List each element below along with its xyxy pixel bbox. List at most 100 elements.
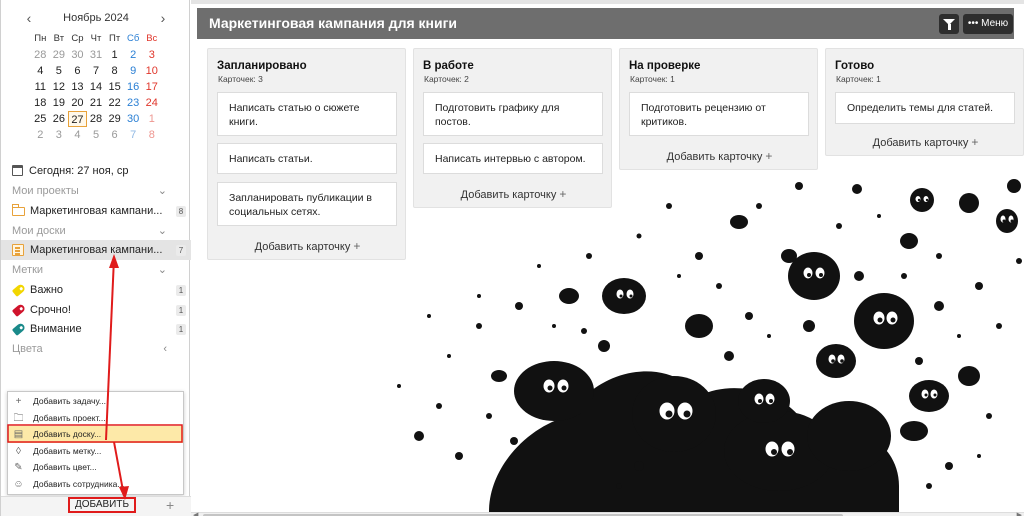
calendar-day[interactable]: 2	[31, 127, 50, 143]
calendar-day[interactable]: 21	[87, 95, 106, 111]
calendar-day[interactable]: 19	[50, 95, 69, 111]
calendar-day[interactable]: 6	[105, 127, 124, 143]
calendar-day[interactable]: 17	[142, 79, 161, 95]
calendar-day[interactable]: 2	[124, 47, 143, 63]
tags-section-header[interactable]: Метки ⌄	[1, 260, 191, 280]
add-card-label: Добавить карточку	[872, 137, 969, 149]
calendar-day[interactable]: 31	[87, 47, 106, 63]
calendar-day[interactable]: 20	[68, 95, 87, 111]
calendar-day[interactable]: 13	[68, 79, 87, 95]
projects-header-label: Мои проекты	[12, 185, 79, 197]
calendar-day[interactable]: 11	[31, 79, 50, 95]
calendar-header: Ноябрь 2024 ‹ ›	[1, 10, 191, 26]
filter-button[interactable]	[939, 14, 959, 34]
tag-label: Внимание	[30, 323, 82, 335]
add-card-button[interactable]: Добавить карточку +	[620, 149, 819, 163]
menu-button[interactable]: ••• Меню	[963, 14, 1013, 34]
tag-icon	[11, 303, 27, 317]
calendar-day[interactable]: 8	[105, 63, 124, 79]
task-card[interactable]: Написать статьи.	[217, 143, 397, 174]
sidebar-item-project[interactable]: Маркетинговая кампани... 8	[1, 201, 191, 221]
board-column: На проверке Карточек: 1 Подготовить реце…	[619, 48, 818, 170]
calendar-day[interactable]: 29	[50, 47, 69, 63]
calendar-day[interactable]: 30	[124, 111, 143, 127]
horizontal-scrollbar[interactable]: ◀ ▶	[191, 512, 1024, 516]
calendar-day[interactable]: 7	[124, 127, 143, 143]
calendar-day[interactable]: 28	[31, 47, 50, 63]
calendar-week-row: 2345678	[31, 127, 161, 143]
menu-item-add-project[interactable]: 🗀 Добавить проект...	[8, 410, 183, 427]
calendar-day[interactable]: 9	[124, 63, 143, 79]
task-card[interactable]: Подготовить рецензию от критиков.	[629, 92, 809, 136]
calendar-day[interactable]: 5	[87, 127, 106, 143]
scroll-left-icon[interactable]: ◀	[193, 511, 198, 516]
menu-item-label: Добавить сотрудника...	[33, 479, 125, 489]
calendar-day[interactable]: 4	[68, 127, 87, 143]
calendar-day[interactable]: 4	[31, 63, 50, 79]
add-card-button[interactable]: Добавить карточку +	[208, 239, 407, 253]
calendar-day[interactable]: 8	[142, 127, 161, 143]
menu-item-add-color[interactable]: ✎ Добавить цвет...	[8, 459, 183, 476]
calendar-day[interactable]: 1	[105, 47, 124, 63]
calendar-day[interactable]: 15	[105, 79, 124, 95]
calendar-day[interactable]: 28	[87, 111, 106, 127]
colors-section-header[interactable]: Цвета ‹	[1, 339, 191, 359]
calendar-day[interactable]: 24	[142, 95, 161, 111]
tag-icon	[11, 283, 27, 297]
chevron-right-icon[interactable]: ›	[155, 10, 171, 26]
task-card[interactable]: Написать статью о сюжете книги.	[217, 92, 397, 136]
board-icon: ▤	[13, 429, 24, 441]
task-card[interactable]: Подготовить графику для постов.	[423, 92, 603, 136]
sidebar-item-tag[interactable]: Внимание 1	[1, 319, 191, 339]
calendar-day[interactable]: 7	[87, 63, 106, 79]
calendar-day[interactable]: 29	[105, 111, 124, 127]
sidebar-item-tag[interactable]: Важно 1	[1, 280, 191, 300]
scroll-right-icon[interactable]: ▶	[1017, 511, 1022, 516]
add-card-button[interactable]: Добавить карточку +	[414, 187, 613, 201]
chevron-down-icon: ⌄	[157, 185, 167, 197]
calendar-day[interactable]: 3	[50, 127, 69, 143]
column-title: Запланировано	[217, 60, 307, 72]
add-card-button[interactable]: Добавить карточку +	[826, 135, 1024, 149]
calendar-day[interactable]: 23	[124, 95, 143, 111]
weekday-label: Вс	[146, 33, 158, 44]
menu-item-add-employee[interactable]: ☺ Добавить сотрудника...	[8, 476, 183, 493]
calendar-day[interactable]: 1	[142, 111, 161, 127]
sidebar-item-tag[interactable]: Срочно! 1	[1, 300, 191, 320]
calendar-day[interactable]: 3	[142, 47, 161, 63]
projects-section-header[interactable]: Мои проекты ⌄	[1, 181, 191, 201]
board-title: Маркетинговая кампания для книги	[209, 15, 458, 31]
calendar-week-row: 11 12 13 14 15 16 17	[31, 79, 161, 95]
calendar-day[interactable]: 18	[31, 95, 50, 111]
calendar-icon	[12, 165, 23, 176]
today-link[interactable]: Сегодня: 27 ноя, ср	[1, 161, 191, 181]
calendar-day[interactable]: 22	[105, 95, 124, 111]
calendar-day[interactable]: 27	[68, 111, 87, 127]
calendar-day[interactable]: 10	[142, 63, 161, 79]
calendar-day[interactable]: 5	[50, 63, 69, 79]
count-badge: 7	[176, 245, 186, 256]
calendar-day[interactable]: 25	[31, 111, 50, 127]
folder-icon	[11, 204, 25, 218]
menu-item-add-tag[interactable]: ◊ Добавить метку...	[8, 443, 183, 460]
add-button[interactable]: ДОБАВИТЬ	[68, 497, 136, 513]
calendar-day[interactable]: 26	[50, 111, 69, 127]
weekday-label: Вт	[53, 33, 65, 44]
calendar-day[interactable]: 16	[124, 79, 143, 95]
calendar-day[interactable]: 6	[68, 63, 87, 79]
tags-header-label: Метки	[12, 264, 44, 276]
sidebar-item-board[interactable]: Маркетинговая кампани... 7	[1, 240, 191, 260]
boards-section-header[interactable]: Мои доски ⌄	[1, 221, 191, 241]
task-card[interactable]: Написать интервью с автором.	[423, 143, 603, 174]
task-card[interactable]: Запланировать публикации в социальных се…	[217, 182, 397, 226]
plus-icon[interactable]: +	[166, 498, 174, 512]
calendar-day[interactable]: 14	[87, 79, 106, 95]
task-card[interactable]: Определить темы для статей.	[835, 92, 1015, 124]
chevron-left-icon[interactable]: ‹	[21, 10, 37, 26]
menu-item-add-task[interactable]: + Добавить задачу...	[8, 393, 183, 410]
add-bar: ДОБАВИТЬ +	[1, 496, 191, 516]
calendar-day[interactable]: 30	[68, 47, 87, 63]
calendar-day[interactable]: 12	[50, 79, 69, 95]
boards-header-label: Мои доски	[12, 225, 66, 237]
menu-item-add-board[interactable]: ▤ Добавить доску...	[8, 426, 183, 443]
